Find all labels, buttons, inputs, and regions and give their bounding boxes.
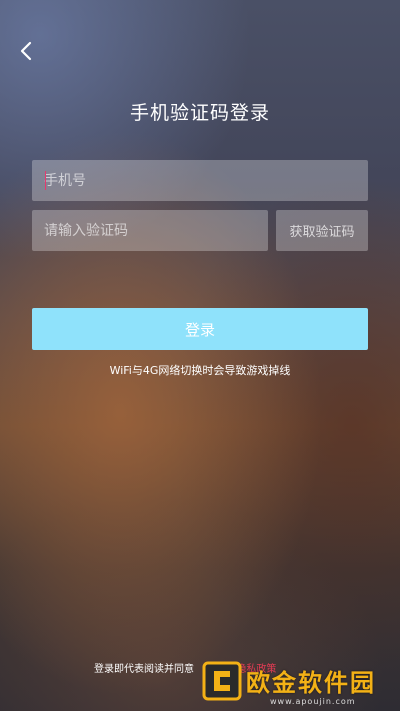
get-code-button[interactable]: 获取验证码 [276, 210, 368, 251]
code-field[interactable] [32, 210, 268, 251]
text-caret [45, 171, 46, 190]
chevron-left-icon [20, 41, 32, 61]
login-button[interactable]: 登录 [32, 308, 368, 350]
watermark-url: www.apoujin.com [270, 697, 356, 706]
agreement-prefix: 登录即代表阅读并同意 [94, 664, 194, 675]
watermark: 欧金软件园 www.apoujin.com [196, 659, 400, 711]
page-title: 手机验证码登录 [129, 102, 270, 124]
phone-input[interactable] [32, 160, 368, 201]
phone-field[interactable] [32, 160, 368, 201]
watermark-logo-icon [202, 661, 242, 701]
back-button[interactable] [14, 38, 40, 64]
watermark-name: 欧金软件园 [246, 669, 376, 697]
code-input[interactable] [32, 210, 268, 251]
network-tip: WiFi与4G网络切换时会导致游戏掉线 [109, 364, 291, 377]
